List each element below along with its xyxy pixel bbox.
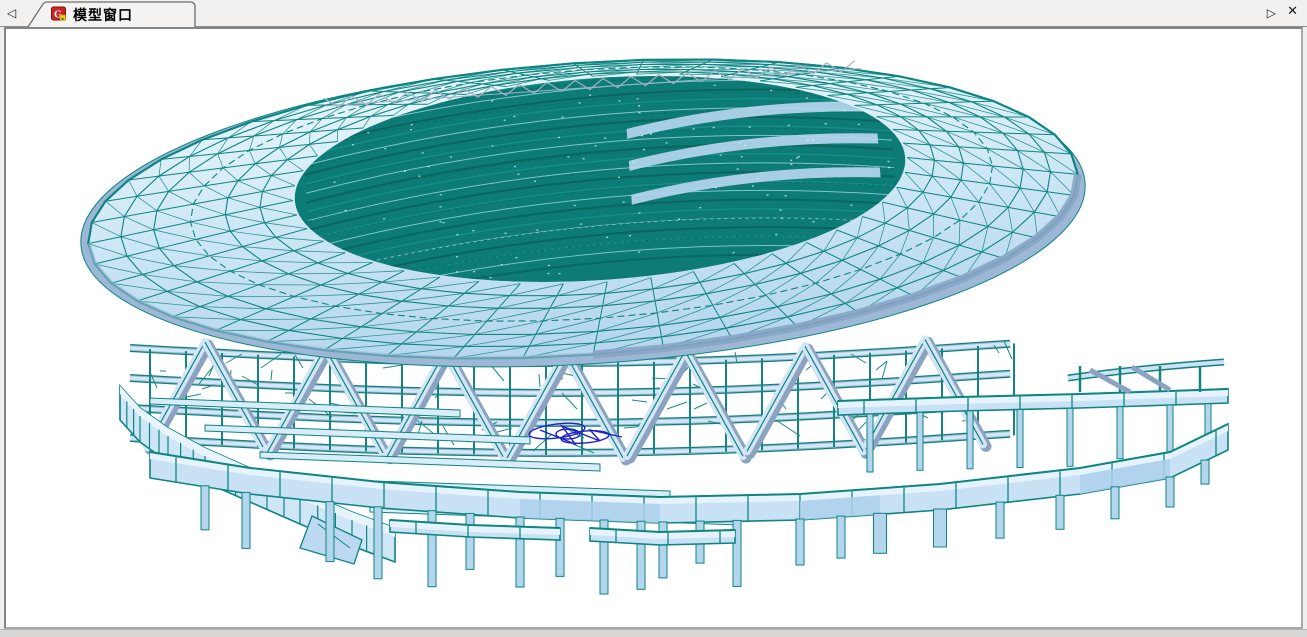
- tab-label: 模型窗口: [73, 5, 133, 25]
- close-tab-button[interactable]: ✕: [1287, 4, 1298, 20]
- stadium-model-drawing: [6, 29, 1301, 627]
- app-model-icon: G: [51, 6, 67, 22]
- tab-bar: ◁ G 模型窗口 ▷ ✕: [0, 0, 1307, 27]
- scroll-tabs-right-button[interactable]: ▷: [1267, 5, 1276, 21]
- tab-model-window[interactable]: G 模型窗口: [26, 1, 198, 27]
- model-canvas[interactable]: [4, 27, 1303, 629]
- scroll-tabs-left-button[interactable]: ◁: [7, 5, 16, 21]
- window-bottom-edge: [0, 629, 1307, 637]
